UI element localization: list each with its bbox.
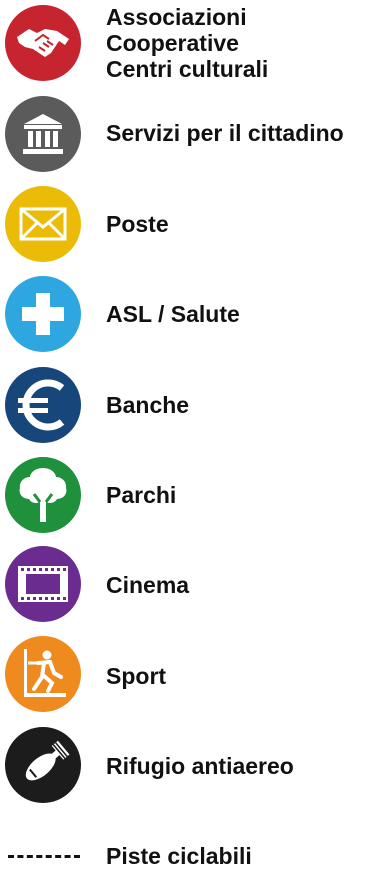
tree-icon <box>5 457 81 533</box>
map-legend: { "legend": { "items": [ { "id": "associ… <box>0 0 380 878</box>
label-line-3: Centri culturali <box>106 56 269 82</box>
treadmill-icon <box>5 636 81 712</box>
dashed-line-icon <box>8 855 80 858</box>
legend-label-piste: Piste ciclabili <box>106 843 252 869</box>
euro-icon <box>5 367 81 443</box>
legend-label-cinema: Cinema <box>106 572 190 598</box>
bomb-icon <box>5 727 81 803</box>
film-icon <box>5 546 81 622</box>
legend-label-associazioni: Associazioni Cooperative Centri cultural… <box>106 4 268 82</box>
legend-label-banche: Banche <box>106 392 190 418</box>
legend-label-sport: Sport <box>106 663 167 689</box>
government-building-icon <box>5 96 81 172</box>
legend-label-rifugio: Rifugio antiaereo <box>106 753 294 779</box>
legend-label-poste: Poste <box>106 211 169 237</box>
handshake-icon <box>5 5 81 81</box>
label-line-2: Cooperative <box>106 30 239 56</box>
legend-label-parchi: Parchi <box>106 482 177 508</box>
cross-icon <box>5 276 81 352</box>
label-line-1: Associazioni <box>106 4 247 30</box>
envelope-icon <box>5 186 81 262</box>
legend-label-asl: ASL / Salute <box>106 301 240 327</box>
legend-label-servizi: Servizi per il cittadino <box>106 120 344 146</box>
